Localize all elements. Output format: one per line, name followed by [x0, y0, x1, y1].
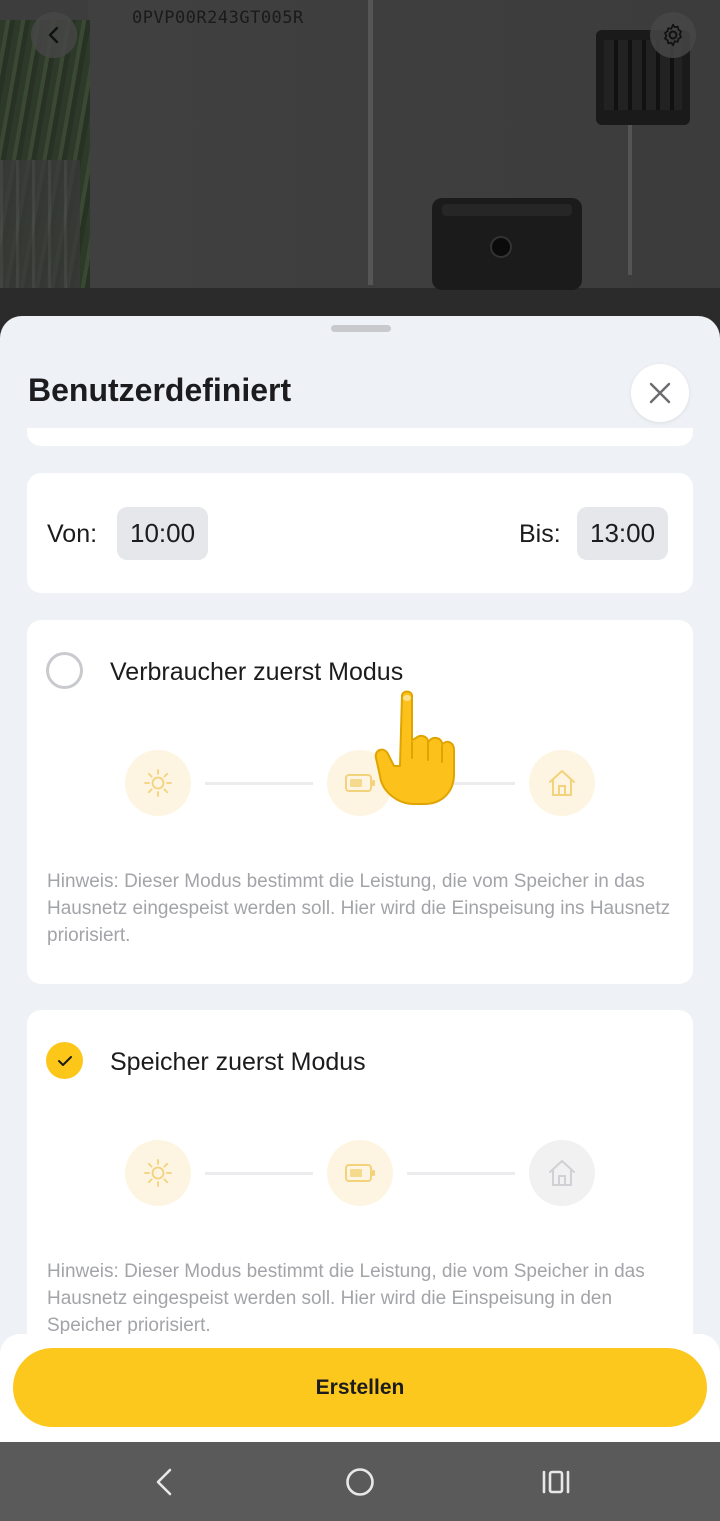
mode-card-consumer-first[interactable]: Verbraucher zuerst Modus Hinweis: Dieser…: [27, 620, 693, 984]
system-navigation-bar: [0, 1442, 720, 1521]
energy-flow-diagram: [125, 1140, 595, 1206]
nav-home-icon: [346, 1468, 374, 1496]
cable: [628, 125, 632, 275]
pointing-hand-icon: [374, 690, 455, 805]
close-button[interactable]: [631, 364, 689, 422]
nav-home-button[interactable]: [338, 1460, 382, 1504]
nav-back-button[interactable]: [142, 1460, 186, 1504]
battery-storage: [432, 198, 582, 290]
to-label: Bis:: [519, 520, 561, 548]
nav-recents-icon: [542, 1470, 570, 1494]
device-serial: 0PVP00R243GT005R: [132, 8, 304, 28]
from-time-picker[interactable]: 10:00: [117, 507, 209, 560]
from-label: Von:: [47, 520, 98, 548]
time-range-card: Von: 10:00 Bis: 13:00: [27, 473, 693, 593]
previous-card-edge: [27, 428, 693, 446]
checkmark-icon: [57, 1055, 72, 1066]
house-icon: [529, 750, 595, 816]
fence: [0, 160, 80, 290]
to-time-picker[interactable]: 13:00: [577, 507, 669, 560]
mode-title: Verbraucher zuerst Modus: [110, 658, 404, 686]
footer-bar: Erstellen: [0, 1334, 720, 1442]
sheet-title: Benutzerdefiniert: [28, 372, 292, 408]
create-button[interactable]: Erstellen: [13, 1348, 707, 1427]
device-photo: 0PVP00R243GT005R: [0, 0, 720, 340]
sun-icon: [125, 750, 191, 816]
flow-line: [407, 1172, 515, 1175]
close-icon: [649, 382, 671, 404]
pipe: [368, 0, 373, 285]
mode-hint: Hinweis: Dieser Modus bestimmt die Leist…: [47, 1261, 645, 1336]
sheet-drag-handle[interactable]: [331, 325, 391, 332]
energy-flow-diagram: [125, 750, 595, 816]
chevron-left-icon: [48, 26, 59, 44]
sun-icon: [125, 1140, 191, 1206]
nav-recents-button[interactable]: [534, 1460, 578, 1504]
mode-hint: Hinweis: Dieser Modus bestimmt die Leist…: [47, 871, 671, 946]
flow-line: [205, 1172, 313, 1175]
gear-icon: [664, 23, 682, 47]
settings-button[interactable]: [650, 12, 696, 58]
battery-icon: [327, 1140, 393, 1206]
nav-back-icon: [156, 1468, 172, 1496]
mode-title: Speicher zuerst Modus: [110, 1048, 366, 1076]
bottom-sheet: Benutzerdefiniert Von: 10:00 Bis: 13:00 …: [0, 316, 720, 1446]
flow-line: [205, 782, 313, 785]
back-button[interactable]: [31, 12, 77, 58]
mode-radio-unchecked[interactable]: [46, 652, 83, 689]
house-icon: [529, 1140, 595, 1206]
mode-radio-checked[interactable]: [46, 1042, 83, 1079]
